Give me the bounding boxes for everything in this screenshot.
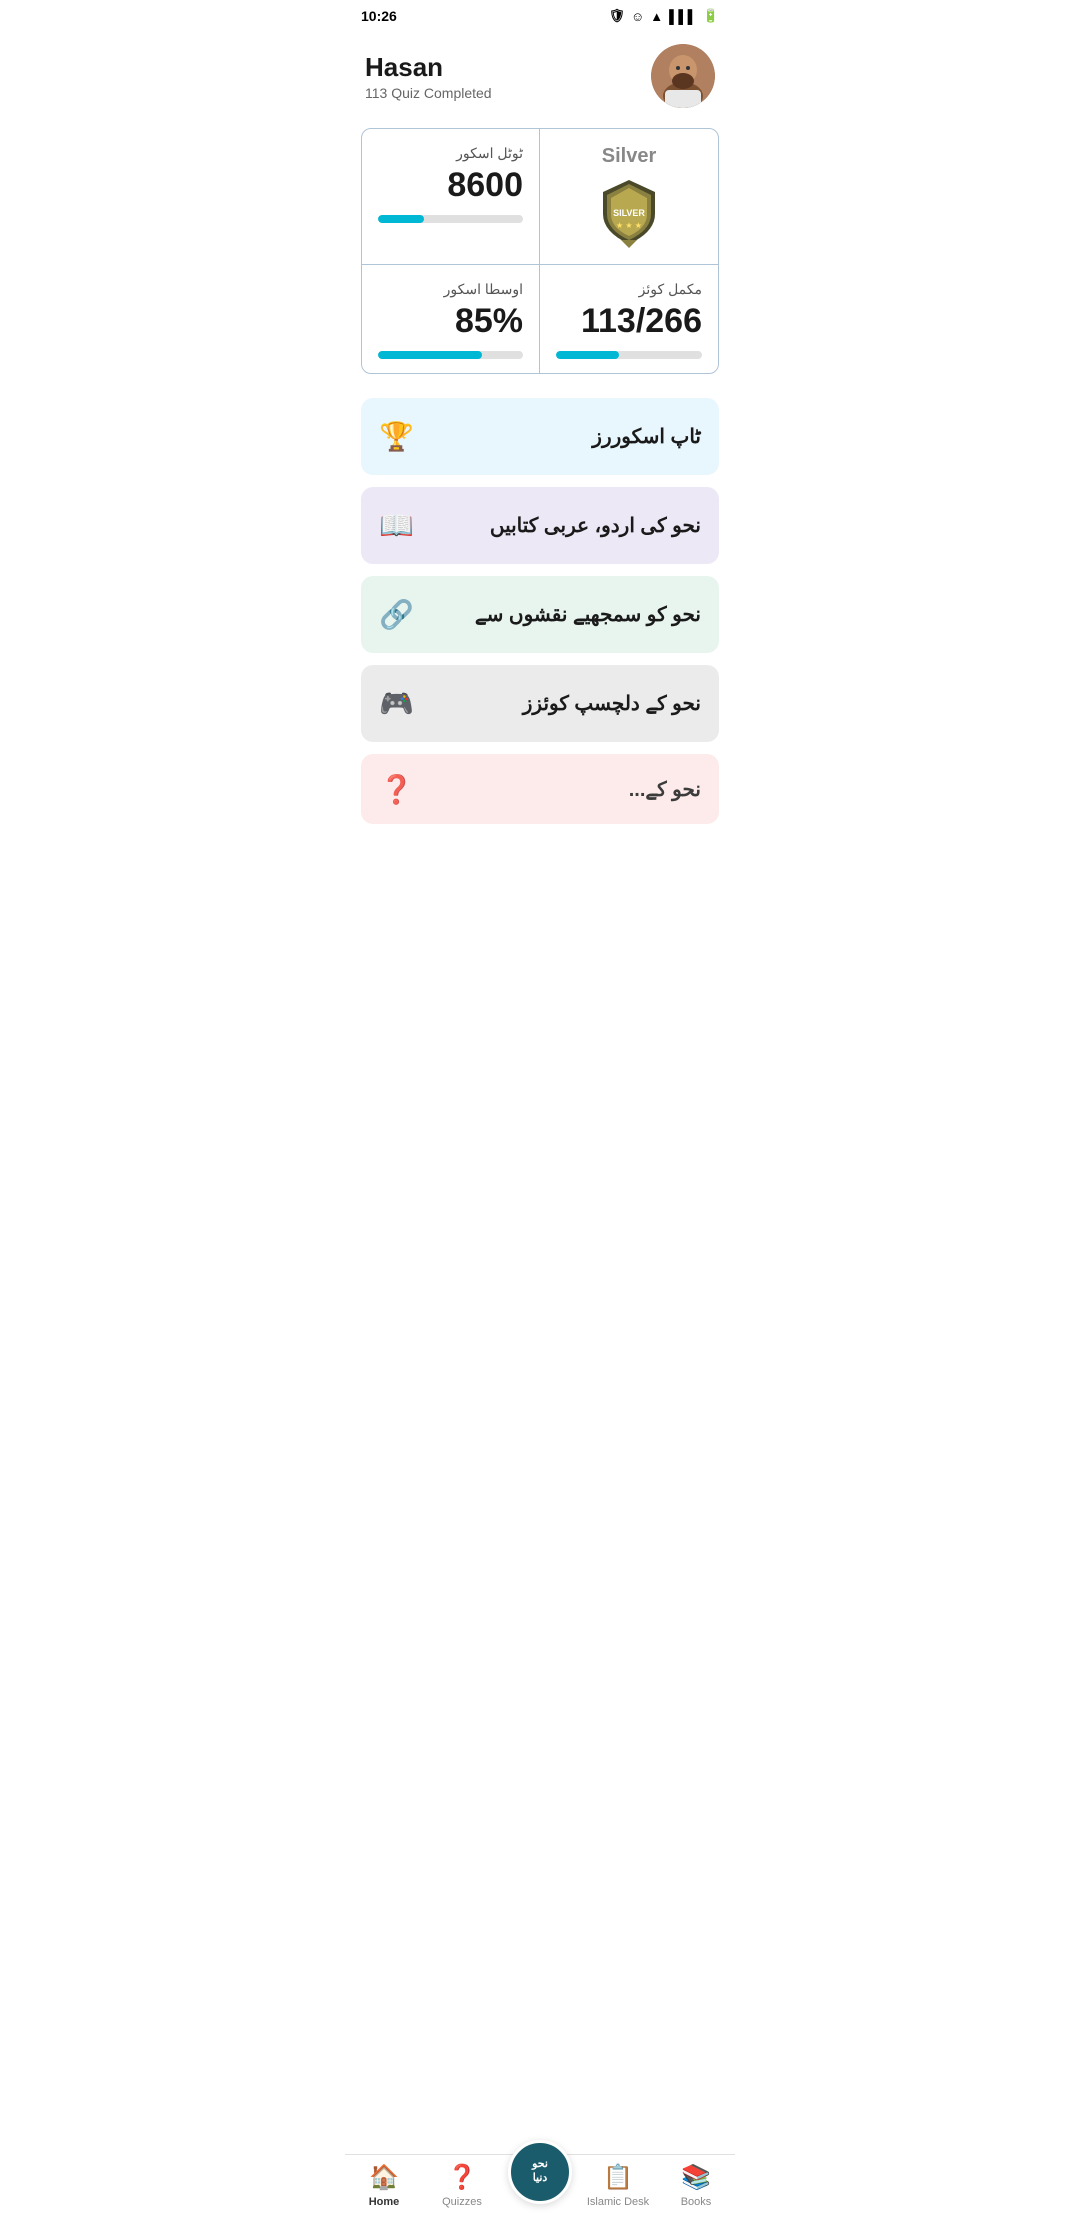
silver-badge-cell: Silver SILVER ★ ★ ★: [540, 129, 718, 265]
islamic-desk-label: Islamic Desk: [587, 2196, 649, 2208]
menu-section: 🏆 ٹاپ اسکوررز 📖 نحو کی اردو، عربی کتابیں…: [345, 382, 735, 904]
avatar: [651, 44, 715, 108]
silver-badge-icon: SILVER ★ ★ ★: [593, 176, 665, 248]
stats-grid: ٹوٹل اسکور 8600 Silver SILVER ★ ★ ★ اوس: [361, 128, 719, 374]
quizzes-cell: مکمل کوئز 113/266: [540, 265, 718, 373]
wifi-icon: ▲: [650, 9, 663, 24]
total-score-value: 8600: [447, 166, 523, 205]
extra-card[interactable]: ❓ نحو کے...: [361, 754, 719, 824]
avg-score-cell: اوسطا اسکور 85%: [362, 265, 540, 373]
books-nav-label: Books: [681, 2196, 712, 2208]
silver-label: Silver: [602, 145, 656, 168]
battery-icon: 🔋: [703, 8, 719, 24]
quizzes-fill: [556, 351, 619, 359]
header: Hasan 113 Quiz Completed: [345, 32, 735, 128]
home-icon: 🏠: [369, 2163, 399, 2192]
header-info: Hasan 113 Quiz Completed: [365, 52, 492, 101]
top-scorers-icon: 🏆: [379, 420, 414, 453]
books-icon: 📖: [379, 509, 414, 542]
avg-score-value: 85%: [455, 302, 523, 341]
books-label: نحو کی اردو، عربی کتابیں: [490, 513, 701, 538]
bottom-nav: 🏠 Home ❓ Quizzes نحودنیا 📋 Islamic Desk …: [345, 2154, 735, 2220]
svg-text:SILVER: SILVER: [613, 208, 645, 218]
interesting-quizzes-icon: 🎮: [379, 687, 414, 720]
interesting-quizzes-label: نحو کے دلچسپ کوئزز: [523, 691, 701, 716]
quizzes-nav-label: Quizzes: [442, 2196, 482, 2208]
diagrams-icon: 🔗: [379, 598, 414, 631]
nav-books[interactable]: 📚 Books: [657, 2163, 735, 2208]
top-scorers-label: ٹاپ اسکوررز: [592, 424, 701, 449]
nav-home[interactable]: 🏠 Home: [345, 2163, 423, 2208]
total-score-progress: [378, 215, 523, 223]
avg-score-fill: [378, 351, 482, 359]
total-score-label: ٹوٹل اسکور: [456, 145, 523, 162]
status-icons: 🛡 ☺ ▲ ▌▌▌ 🔋: [609, 8, 720, 24]
extra-card-label: نحو کے...: [629, 777, 701, 802]
avg-score-label: اوسطا اسکور: [444, 281, 523, 298]
extra-card-icon: ❓: [379, 773, 414, 806]
books-card[interactable]: 📖 نحو کی اردو، عربی کتابیں: [361, 487, 719, 564]
avatar-image: [651, 44, 715, 108]
status-time: 10:26: [361, 8, 397, 24]
home-label: Home: [369, 2196, 400, 2208]
quizzes-progress: [556, 351, 702, 359]
user-name: Hasan: [365, 52, 492, 83]
interesting-quizzes-card[interactable]: 🎮 نحو کے دلچسپ کوئزز: [361, 665, 719, 742]
quizzes-icon: ❓: [447, 2163, 477, 2192]
center-label: نحودنیا: [532, 2158, 548, 2184]
quizzes-label: مکمل کوئز: [639, 281, 702, 298]
islamic-desk-icon: 📋: [603, 2163, 633, 2192]
shield-icon: 🛡: [609, 8, 626, 24]
quiz-count-label: 113 Quiz Completed: [365, 85, 492, 101]
quizzes-value: 113/266: [581, 302, 702, 341]
status-bar: 10:26 🛡 ☺ ▲ ▌▌▌ 🔋: [345, 0, 735, 32]
avg-score-progress: [378, 351, 523, 359]
face-id-icon: ☺: [631, 9, 644, 24]
books-nav-icon: 📚: [681, 2163, 711, 2192]
nav-islamic-desk[interactable]: 📋 Islamic Desk: [579, 2163, 657, 2208]
nav-quizzes[interactable]: ❓ Quizzes: [423, 2163, 501, 2208]
center-circle[interactable]: نحودنیا: [508, 2140, 572, 2204]
diagrams-label: نحو کو سمجھیے نقشوں سے: [475, 602, 701, 627]
diagrams-card[interactable]: 🔗 نحو کو سمجھیے نقشوں سے: [361, 576, 719, 653]
svg-text:★ ★ ★: ★ ★ ★: [616, 221, 642, 230]
total-score-cell: ٹوٹل اسکور 8600: [362, 129, 540, 265]
nav-center[interactable]: نحودنیا: [501, 2140, 579, 2204]
total-score-fill: [378, 215, 424, 223]
signal-icon: ▌▌▌: [669, 9, 697, 24]
top-scorers-card[interactable]: 🏆 ٹاپ اسکوررز: [361, 398, 719, 475]
